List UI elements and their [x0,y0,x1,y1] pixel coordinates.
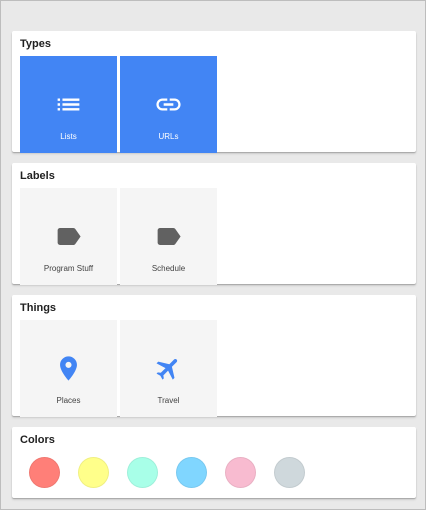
tile-program-stuff-label: Program Stuff [43,264,94,273]
colors-title: Colors [20,434,55,446]
color-swatch[interactable] [29,457,60,488]
tile-lists-label: Lists [60,132,77,141]
types-card: Types Lists URLs [12,31,416,153]
app-frame: Types Lists URLs Labels Program Stuff Sc… [0,0,426,510]
labels-title: Labels [20,170,55,182]
tile-program-stuff[interactable]: Program Stuff [20,188,117,285]
colors-card: Colors [12,427,416,498]
label-icon [57,228,81,245]
place-icon [60,356,77,381]
tile-lists[interactable]: Lists [20,56,117,153]
tile-travel[interactable]: Travel [120,320,217,417]
tile-places-label: Places [56,396,81,405]
color-swatch[interactable] [176,457,207,488]
color-swatch[interactable] [78,457,109,488]
tile-urls[interactable]: URLs [120,56,217,153]
link-icon [156,98,181,111]
color-swatch[interactable] [225,457,256,488]
tile-schedule-label: Schedule [151,264,186,273]
tile-urls-label: URLs [158,132,179,141]
types-title: Types [20,38,51,50]
things-title: Things [20,302,57,314]
label-icon [157,228,181,245]
labels-card: Labels Program Stuff Schedule [12,163,416,285]
list-icon [57,98,80,111]
things-card: Things Places Travel [12,295,416,417]
tile-travel-label: Travel [157,396,180,405]
flight-icon [156,358,178,380]
tile-schedule[interactable]: Schedule [120,188,217,285]
tile-places[interactable]: Places [20,320,117,417]
color-swatch[interactable] [274,457,305,488]
color-swatch[interactable] [127,457,158,488]
